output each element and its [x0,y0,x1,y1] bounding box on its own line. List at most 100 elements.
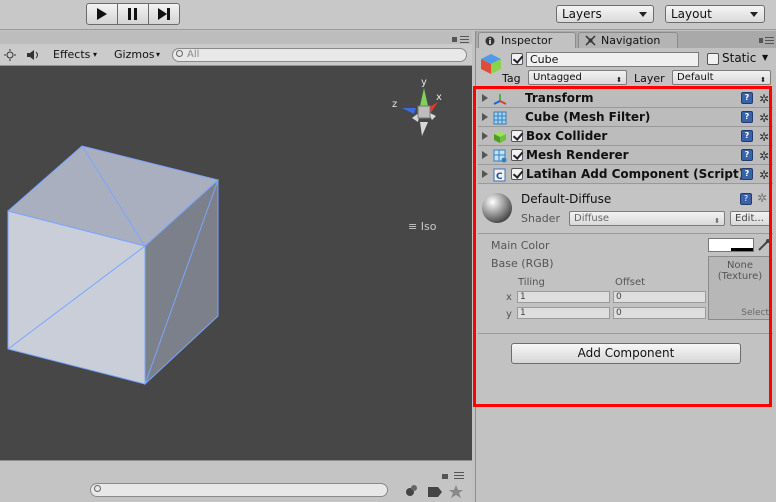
component-label: Box Collider [526,129,608,143]
component-label: Mesh Renderer [526,148,629,162]
play-button[interactable] [86,3,118,25]
scene-viewport[interactable]: y x z ≡ Iso [0,66,472,460]
updown-icon: ⬍ [760,76,766,84]
panel-lock-menu-icon[interactable] [442,471,466,480]
gizmos-chevron-icon[interactable]: ▾ [156,46,160,63]
sun-icon[interactable] [4,49,16,61]
texture-type-label: (Texture) [717,271,763,282]
add-component-button[interactable]: Add Component [511,343,741,364]
mesh-filter-icon [493,111,507,125]
gear-icon[interactable]: ✲ [759,90,769,108]
gear-icon[interactable]: ✲ [759,109,769,127]
scene-search-input[interactable]: All [172,48,467,62]
gizmos-button[interactable]: Gizmos [114,46,155,63]
material-name: Default-Diffuse [521,192,612,206]
component-enabled-checkbox[interactable] [511,130,523,142]
object-name-value: Cube [530,53,559,66]
audio-icon[interactable] [26,49,42,61]
projection-toggle[interactable]: ≡ Iso [408,220,436,233]
base-rgb-label: Base (RGB) [491,257,554,270]
component-box-collider[interactable]: Box Collider ? ✲ [478,127,773,146]
foldout-arrow-icon[interactable] [482,113,488,121]
static-checkbox[interactable] [707,53,719,65]
component-enabled-checkbox[interactable] [511,168,523,180]
help-book-icon[interactable]: ? [741,130,753,142]
shader-value: Diffuse [574,213,610,224]
layers-dropdown-label: Layers [562,7,602,21]
foldout-arrow-icon[interactable] [482,170,488,178]
shader-dropdown[interactable]: Diffuse ⬍ [569,211,725,226]
foldout-arrow-icon[interactable] [482,151,488,159]
help-book-icon[interactable]: ? [741,111,753,123]
gizmo-y-label: y [421,77,427,88]
gear-icon[interactable]: ✲ [759,166,769,184]
gear-icon[interactable]: ✲ [759,128,769,146]
component-label: Transform [525,91,594,105]
offset-y-field[interactable]: 0 [613,307,706,319]
shader-edit-button[interactable]: Edit... [730,211,772,226]
layer-value: Default [677,72,714,83]
tiling-x-field[interactable]: 1 [517,291,610,303]
menu-lines-icon: ≡ [408,220,418,233]
static-label: Static [722,51,757,65]
favorite-star-icon[interactable] [449,485,463,498]
eyedropper-icon[interactable] [757,238,771,252]
tab-inspector[interactable]: Inspector [478,32,576,48]
component-transform[interactable]: Transform ? ✲ [478,89,773,108]
gizmo-y-axis[interactable] [420,88,428,106]
scene-search-placeholder: All [187,49,200,60]
component-script[interactable]: C Latihan Add Component (Script) ? ✲ [478,165,773,184]
step-button[interactable] [148,3,180,25]
pause-button[interactable] [117,3,149,25]
mesh-renderer-icon [493,149,507,163]
tiling-x-value: 1 [520,292,526,302]
effects-button[interactable]: Effects [53,46,90,63]
component-label: Latihan Add Component (Script) [526,167,745,181]
object-name-field[interactable]: Cube [526,52,699,67]
gear-icon[interactable]: ✲ [759,147,769,165]
offset-x-field[interactable]: 0 [613,291,706,303]
pause-icon [128,8,137,20]
help-book-icon[interactable]: ? [741,92,753,104]
panel-menu-icon[interactable] [452,35,470,43]
tiling-y-value: 1 [520,308,526,318]
main-color-label: Main Color [491,239,550,252]
filter-type-icon[interactable] [406,485,417,496]
layers-dropdown[interactable]: Layers [556,5,654,23]
object-header: Cube Static ▼ Tag Untagged ⬍ Layer Defau… [476,49,776,89]
texture-slot[interactable]: None (Texture) Select [708,256,772,320]
static-dropdown-chevron-icon[interactable]: ▼ [762,53,768,62]
inspector-menu-icon[interactable] [759,36,775,44]
gizmo-z-axis[interactable] [402,108,416,114]
script-icon: C [493,168,506,182]
project-panel-toolbar [0,460,472,502]
texture-select-button[interactable]: Select [739,308,771,319]
help-book-icon[interactable]: ? [740,193,752,205]
foldout-arrow-icon[interactable] [482,132,488,140]
gizmo-center-cube[interactable] [417,105,431,119]
project-search-input[interactable] [90,483,388,497]
gizmo-z-label: z [392,99,397,110]
x-label: x [506,292,512,303]
help-book-icon[interactable]: ? [741,149,753,161]
layout-dropdown[interactable]: Layout [665,5,765,23]
effects-chevron-icon[interactable]: ▾ [93,46,97,63]
tag-dropdown[interactable]: Untagged ⬍ [528,70,627,85]
orientation-gizmo[interactable]: y x z [388,74,448,144]
tab-navigation[interactable]: Navigation [578,32,678,48]
active-checkbox[interactable] [511,53,523,65]
layer-dropdown[interactable]: Default ⬍ [672,70,771,85]
material-header: Default-Diffuse ? ✲ Shader Diffuse ⬍ Edi… [478,186,773,234]
tiling-y-field[interactable]: 1 [517,307,610,319]
main-color-swatch[interactable] [708,238,754,252]
component-mesh-renderer[interactable]: Mesh Renderer ? ✲ [478,146,773,165]
filter-label-icon[interactable] [428,487,442,497]
gear-icon[interactable]: ✲ [757,191,767,205]
foldout-arrow-icon[interactable] [482,94,488,102]
help-book-icon[interactable]: ? [741,168,753,180]
component-label: Cube (Mesh Filter) [525,110,651,124]
tiling-label: Tiling [518,277,545,288]
offset-x-value: 0 [616,292,622,302]
component-enabled-checkbox[interactable] [511,149,523,161]
component-mesh-filter[interactable]: Cube (Mesh Filter) ? ✲ [478,108,773,127]
